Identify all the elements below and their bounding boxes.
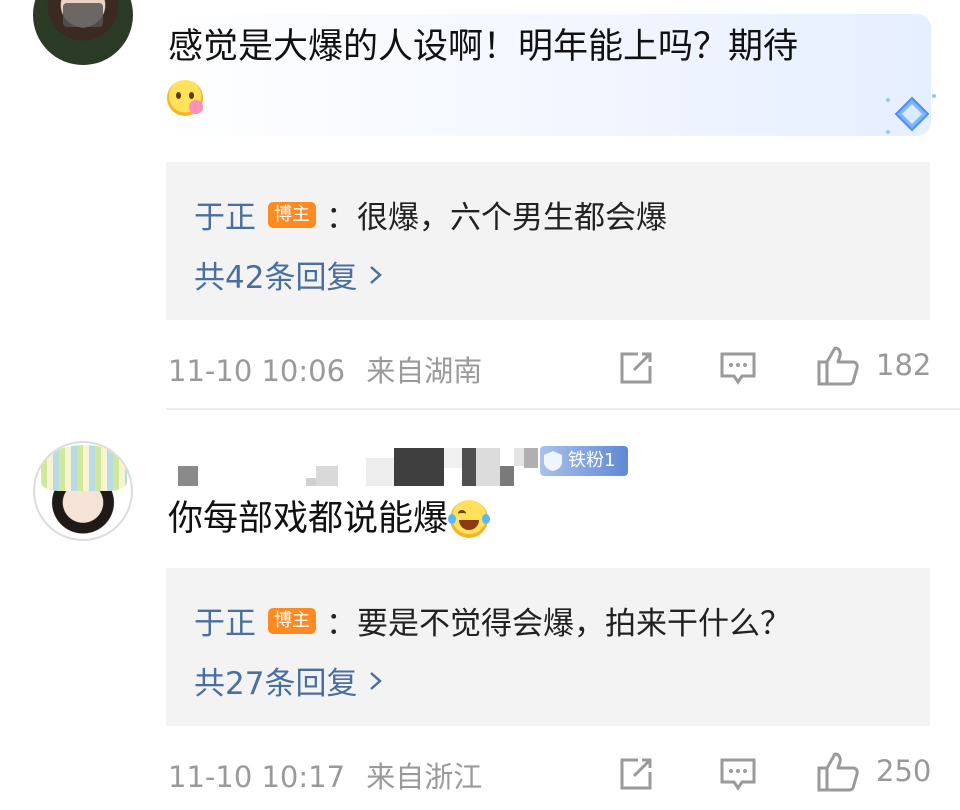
- comment-meta: 11-10 10:17 来自浙江: [168, 754, 482, 796]
- reply-preview: 于正 博主 ：很爆，六个男生都会爆: [194, 192, 667, 237]
- view-replies-label: 共27条回复: [194, 666, 358, 702]
- share-icon[interactable]: [616, 754, 656, 794]
- diamond-badge-icon: [886, 94, 936, 134]
- comment-time: 11-10 10:17: [168, 760, 346, 794]
- reply-box[interactable]: 于正 博主 ：很爆，六个男生都会爆 共42条回复: [166, 162, 930, 320]
- like-count: 250: [876, 754, 932, 788]
- thumbs-up-icon[interactable]: [815, 344, 861, 388]
- author-badge: 博主: [268, 201, 316, 228]
- reply-preview: 于正 博主 ：要是不觉得会爆，拍来干什么？: [194, 598, 791, 643]
- author-badge: 博主: [268, 607, 316, 634]
- like-count: 182: [876, 348, 932, 382]
- view-replies-link[interactable]: 共27条回复: [194, 658, 385, 703]
- fan-badge-label: 铁粉1: [568, 450, 616, 471]
- chevron-right-icon: [370, 265, 383, 284]
- fan-badge-icon: [544, 451, 562, 471]
- reply-box[interactable]: 于正 博主 ：要是不觉得会爆，拍来干什么？ 共27条回复: [166, 568, 930, 726]
- comment-location: 来自浙江: [366, 760, 483, 794]
- reply-author[interactable]: 于正: [194, 192, 256, 237]
- comment-time: 11-10 10:06: [168, 354, 346, 388]
- comment-meta: 11-10 10:06 来自湖南: [168, 348, 482, 390]
- reply-text: ：要是不觉得会爆，拍来干什么？: [326, 606, 791, 642]
- comment-icon[interactable]: [718, 348, 758, 388]
- chevron-right-icon: [370, 671, 383, 690]
- avatar[interactable]: [33, 0, 133, 65]
- thumbs-up-icon[interactable]: [815, 750, 861, 794]
- comment-icon[interactable]: [718, 754, 758, 794]
- avatar[interactable]: [33, 441, 133, 541]
- comment-divider: [166, 408, 960, 410]
- smiling-face-with-flower-icon: [167, 80, 203, 116]
- comment-text: 感觉是大爆的人设啊！明年能上吗？期待: [168, 27, 799, 67]
- blurred-username[interactable]: [166, 448, 566, 488]
- share-icon[interactable]: [616, 348, 656, 388]
- reply-author[interactable]: 于正: [194, 598, 256, 643]
- reply-text: ：很爆，六个男生都会爆: [326, 200, 667, 236]
- comment-location: 来自湖南: [366, 354, 483, 388]
- view-replies-link[interactable]: 共42条回复: [194, 252, 385, 297]
- view-replies-label: 共42条回复: [194, 260, 358, 296]
- fan-badge: 铁粉1: [540, 446, 628, 476]
- tears-of-joy-icon: [448, 500, 491, 538]
- comment-text-row: 你每部戏都说能爆: [168, 497, 491, 541]
- comment-text: 你每部戏都说能爆: [168, 499, 449, 539]
